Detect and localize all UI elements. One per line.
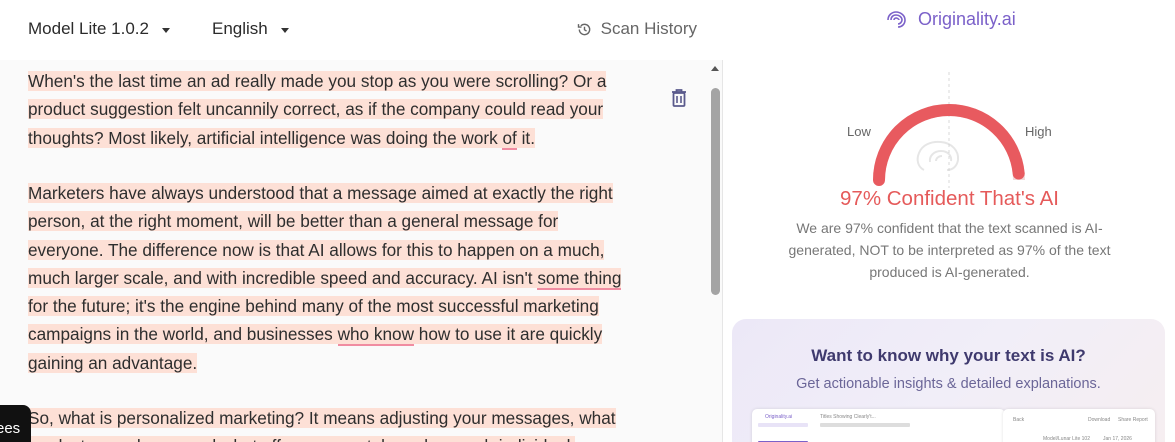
brand-logo: Originality.ai bbox=[884, 9, 1016, 30]
preview-sidebar bbox=[758, 423, 808, 427]
history-icon bbox=[577, 23, 590, 35]
gauge-high-label: High bbox=[1025, 124, 1052, 139]
preview-back: Back bbox=[1013, 417, 1025, 423]
scroll-thumb[interactable] bbox=[711, 88, 720, 295]
brand-name: Originality.ai bbox=[918, 9, 1016, 29]
confidence-title: 97% Confident That's AI bbox=[840, 187, 1059, 210]
trash-icon bbox=[672, 89, 686, 107]
delete-text-button[interactable] bbox=[670, 88, 688, 113]
preview-model: Model/Lunar Lite 102 bbox=[1043, 436, 1090, 442]
report-preview-image: Originality.ai Titles Showing Clearly't.… bbox=[752, 409, 1005, 442]
preview-download: Download bbox=[1088, 417, 1111, 423]
scroll-up-arrow-icon[interactable] bbox=[711, 66, 719, 71]
brain-logo-icon bbox=[887, 10, 906, 28]
paragraph-1: When's the last time an ad really made y… bbox=[28, 67, 628, 152]
gauge-low-label: Low bbox=[847, 124, 871, 139]
brain-watermark-icon bbox=[916, 140, 960, 171]
ai-highlight: When's the last time an ad really made y… bbox=[28, 71, 607, 150]
flagged-word: of bbox=[502, 127, 517, 150]
app: Model Lite 1.0.2 English Scan History Wh… bbox=[0, 0, 1175, 442]
scan-history-button[interactable]: Scan History bbox=[577, 19, 697, 39]
promo-subheading: Get actionable insights & detailed expla… bbox=[796, 376, 1101, 392]
confidence-description: We are 97% confident that the text scann… bbox=[788, 220, 1111, 280]
ai-highlight: Marketers have always understood that a … bbox=[28, 183, 622, 373]
preview-date: Jan 17, 2026 bbox=[1103, 436, 1132, 442]
chevron-down-icon bbox=[280, 27, 289, 33]
chevron-down-icon bbox=[161, 27, 170, 33]
promo-card[interactable]: Want to know why your text is AI? Get ac… bbox=[732, 319, 1165, 442]
results-pane: Originality.ai Low High 97% Confident Th… bbox=[724, 0, 1175, 442]
promo-heading: Want to know why your text is AI? bbox=[811, 346, 1086, 365]
preview-share: Share Report bbox=[1118, 417, 1148, 423]
paragraph-3: So, what is personalized marketing? It m… bbox=[28, 404, 628, 442]
language-dropdown[interactable]: English bbox=[212, 19, 289, 39]
editor-pane: Model Lite 1.0.2 English Scan History Wh… bbox=[0, 0, 723, 442]
preview-toolbar bbox=[820, 423, 910, 427]
flagged-word: some thing bbox=[537, 267, 622, 290]
confidence-gauge bbox=[873, 72, 1025, 188]
editor-scrollbar[interactable] bbox=[708, 60, 723, 442]
report-preview-side: Back Download Share Report Model/Lunar L… bbox=[1003, 409, 1155, 442]
flagged-word: who know bbox=[337, 324, 414, 347]
text-input-area[interactable]: When's the last time an ad really made y… bbox=[0, 60, 708, 442]
preview-title: Titles Showing Clearly't... bbox=[820, 414, 876, 420]
model-label: Model Lite 1.0.2 bbox=[28, 19, 149, 38]
language-label: English bbox=[212, 19, 268, 38]
floating-tab-label: ees bbox=[0, 420, 21, 437]
model-dropdown[interactable]: Model Lite 1.0.2 bbox=[28, 19, 170, 39]
scan-history-label: Scan History bbox=[600, 19, 697, 38]
editor-toolbar: Model Lite 1.0.2 English Scan History bbox=[0, 0, 723, 60]
ai-highlight: So, what is personalized marketing? It m… bbox=[28, 408, 616, 442]
preview-brand: Originality.ai bbox=[765, 414, 793, 420]
paragraph-2: Marketers have always understood that a … bbox=[28, 179, 628, 377]
floating-tab[interactable]: ees bbox=[0, 405, 31, 442]
